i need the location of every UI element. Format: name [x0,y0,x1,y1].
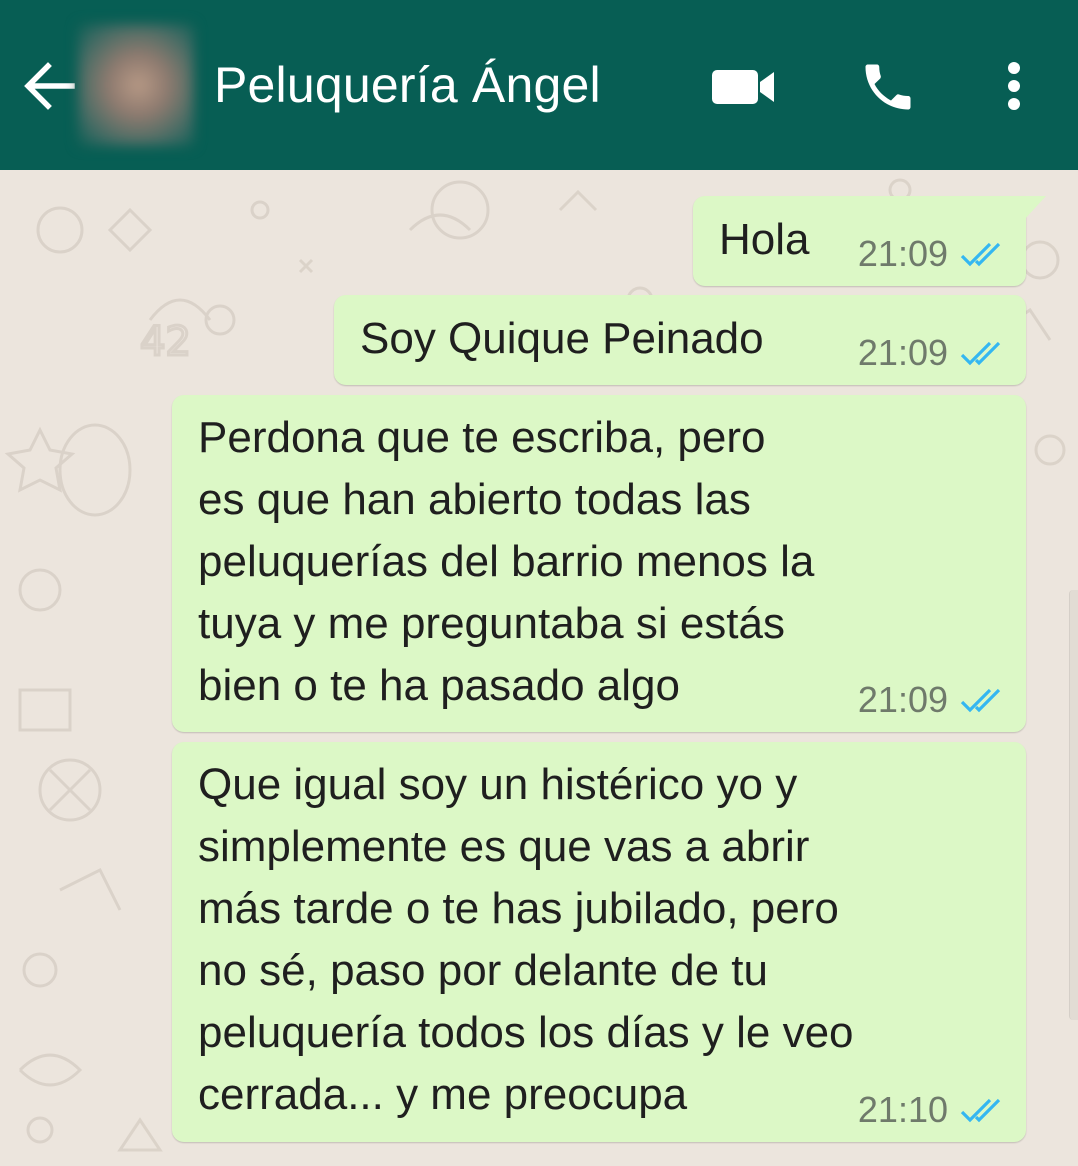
double-check-icon [960,242,1001,267]
message-text: Soy Quique Peinado [360,314,764,363]
message-bubble[interactable]: Soy Quique Peinado 21:09 [334,295,1026,385]
message-text: Perdona que te escriba, pero es que han … [198,413,815,710]
message-text: Que igual soy un histérico yo y simpleme… [198,760,854,1119]
message-text: Hola [719,215,810,264]
message-meta: 21:09 [858,678,1006,722]
message-bubble[interactable]: Que igual soy un histérico yo y simpleme… [172,742,1026,1142]
scrollbar[interactable] [1069,590,1078,1020]
message-bubble[interactable]: Hola 21:09 [693,196,1046,286]
message-meta: 21:10 [858,1088,1006,1132]
message-time: 21:09 [857,332,948,373]
svg-text:42: 42 [140,319,191,365]
phone-icon[interactable] [858,56,918,118]
double-check-icon [960,688,1001,713]
more-vertical-icon[interactable] [996,56,1032,116]
message-meta: 21:09 [858,232,1006,276]
arrow-left-icon[interactable] [22,56,76,116]
double-check-icon [960,341,1001,366]
double-check-icon [960,1098,1001,1123]
bubble-tail [1024,196,1046,220]
message-meta: 21:09 [858,331,1006,375]
avatar[interactable] [78,24,194,146]
message-bubble[interactable]: Perdona que te escriba, pero es que han … [172,395,1026,732]
message-time: 21:10 [857,1089,948,1130]
video-call-icon[interactable] [708,62,778,110]
chat-area[interactable]: 42 Hola 21:09 Soy Quique Peinado 21:09 P… [0,170,1078,1166]
chat-header: Peluquería Ángel [0,0,1078,170]
message-time: 21:09 [857,679,948,720]
message-time: 21:09 [857,233,948,274]
contact-name[interactable]: Peluquería Ángel [214,56,601,114]
